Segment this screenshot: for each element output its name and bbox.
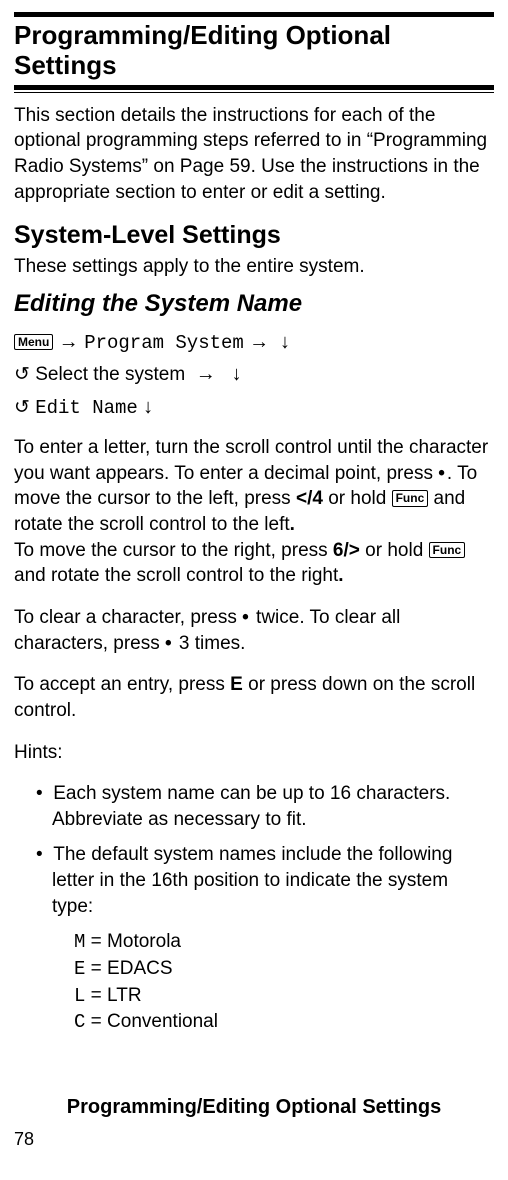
text: To move the cursor to the right, press [14,540,333,561]
text: or hold [360,540,429,561]
down-arrow-icon: ↓ [232,363,242,385]
hints-label: Hints: [14,740,494,766]
greater-than-icon: > [349,540,360,561]
list-item: • The default system names include the f… [14,842,494,919]
nav-item: Select the system [35,364,185,385]
text: and rotate the scroll control to the rig… [14,565,338,586]
document-page: Programming/Editing Optional Settings Th… [0,0,508,1160]
nav-sequence: Menu → Program System → ↓ ↺ Select the s… [14,326,494,423]
section-subtext: These settings apply to the entire syste… [14,254,494,280]
dot-icon: • [242,607,251,628]
type-label: = EDACS [85,958,172,979]
text: The default system names include the fol… [52,844,452,916]
type-label: = Conventional [85,1011,218,1032]
dot-icon: • [438,463,447,484]
type-label: = LTR [85,985,141,1006]
type-list: M = Motorola E = EDACS L = LTR C = Conve… [14,929,494,1035]
type-label: = Motorola [85,931,181,952]
rotate-icon: ↺ [14,397,30,418]
type-code: L [74,985,85,1007]
key-label: E [230,674,243,695]
type-code: E [74,958,85,980]
down-arrow-icon: ↓ [280,331,290,353]
page-title: Programming/Editing Optional Settings [14,12,494,90]
rotate-icon: ↺ [14,364,30,385]
menu-key-icon: Menu [14,334,53,350]
text: Each system name can be up to 16 charact… [52,783,450,830]
type-code: M [74,931,85,953]
instruction-paragraph: To accept an entry, press E or press dow… [14,672,494,723]
footer-title: Programming/Editing Optional Settings [14,1096,494,1119]
text: 3 times. [174,633,246,654]
func-key-icon: Func [429,542,466,558]
func-key-icon: Func [392,490,429,506]
intro-paragraph: This section details the instructions fo… [14,103,494,206]
right-arrow-icon: → [59,331,85,353]
text: 6/ [333,540,349,561]
right-arrow-icon: → [249,331,275,353]
text: To accept an entry, press [14,674,230,695]
right-arrow-icon: → [196,363,216,385]
section-heading: System-Level Settings [14,221,494,250]
less-than-icon: < [296,488,307,509]
rule [14,92,494,93]
dot-icon: • [165,633,174,654]
nav-item: Program System [84,332,244,354]
text: or hold [323,488,392,509]
text: To clear a character, press [14,607,242,628]
subsection-heading: Editing the System Name [14,290,494,318]
type-code: C [74,1011,85,1033]
down-arrow-icon: ↓ [143,396,153,418]
nav-item: Edit Name [35,397,138,419]
text: /4 [307,488,323,509]
page-number: 78 [14,1129,494,1150]
instruction-paragraph: To enter a letter, turn the scroll contr… [14,435,494,589]
text: To enter a letter, turn the scroll contr… [14,437,488,484]
instruction-paragraph: To clear a character, press • twice. To … [14,605,494,656]
list-item: • Each system name can be up to 16 chara… [14,781,494,832]
